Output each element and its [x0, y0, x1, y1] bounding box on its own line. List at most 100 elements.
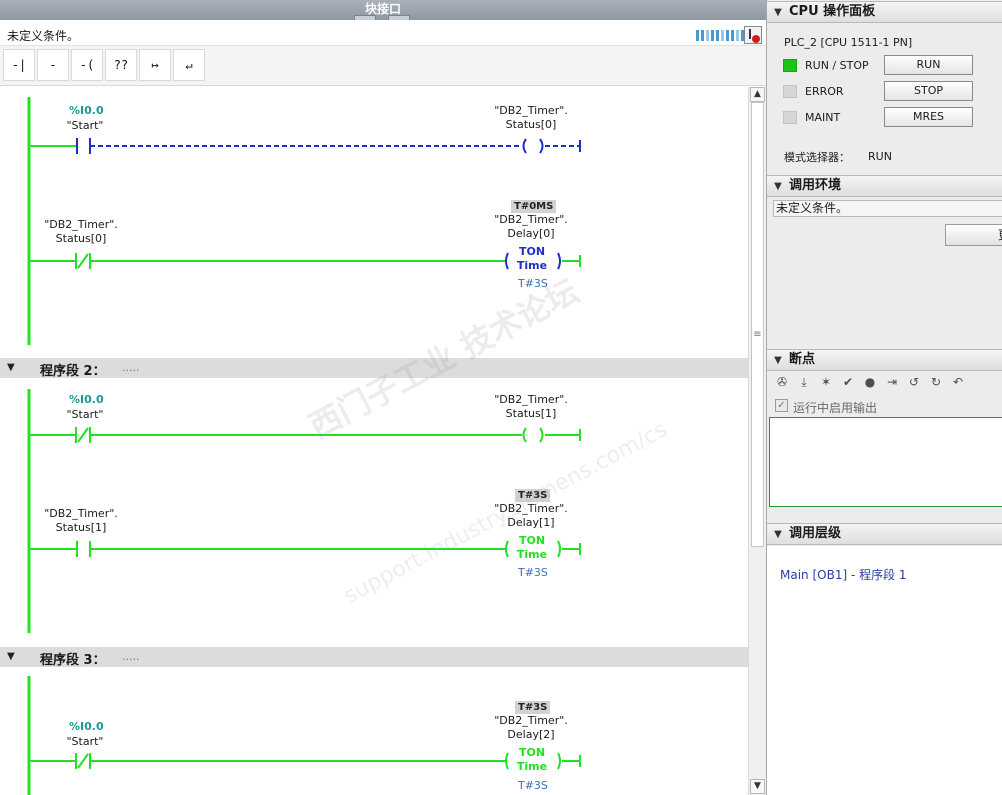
n3-timer-unit: Time	[516, 760, 548, 773]
error-led	[783, 85, 797, 98]
scroll-thumb[interactable]	[751, 102, 764, 547]
scroll-up-icon[interactable]: ▲	[750, 87, 765, 102]
n2-timer-line2: Delay[1]	[507, 516, 555, 529]
collapse-network-2-icon[interactable]: ▼	[7, 362, 15, 373]
cpu-panel-header[interactable]: ▼ CPU 操作面板	[767, 1, 1002, 23]
call-hierarchy-body	[767, 546, 1002, 795]
n1-timer-type: TON	[518, 245, 546, 258]
scroll-grip-icon: ≡	[753, 329, 762, 340]
online-tools-panel: ▼ CPU 操作面板 PLC_2 [CPU 1511-1 PN] RUN / ST…	[766, 0, 1002, 795]
nc-contact-status0	[77, 253, 89, 269]
n1-timer-preset: T#3S	[518, 277, 548, 290]
ladder-canvas[interactable]: %I0.0 "Start" "DB2_Timer". Status[0] "DB…	[0, 87, 748, 795]
collapse-network-3-icon[interactable]: ▼	[7, 651, 15, 662]
call-env-change-button[interactable]: 更	[945, 224, 1002, 246]
maint-led	[783, 111, 797, 124]
mode-selector-label: 模式选择器：	[784, 151, 850, 164]
breakpoints-title: 断点	[789, 352, 816, 367]
call-hierarchy-header[interactable]: ▼ 调用层级	[767, 523, 1002, 545]
splitter-handle-left[interactable]	[354, 15, 376, 20]
run-stop-label: RUN / STOP	[805, 59, 869, 72]
n3-timer-line2: Delay[2]	[507, 728, 555, 741]
breakpoint-step-over-icon[interactable]: ⇥	[883, 374, 901, 390]
breakpoint-clear-icon[interactable]: ✶	[817, 374, 835, 390]
empty-box-button[interactable]: ??	[105, 49, 137, 81]
status-meter-icon	[696, 30, 749, 41]
ton-delay0-left	[505, 252, 509, 270]
n1-nc-contact-line1: "DB2_Timer".	[44, 218, 118, 231]
ton-delay1-left	[505, 540, 509, 558]
breakpoint-back-icon[interactable]: ↶	[949, 374, 967, 390]
n1-timer-elapsed-tag: T#0MS	[511, 200, 557, 213]
collapse-breakpoints-icon[interactable]: ▼	[767, 351, 789, 371]
breakpoints-header[interactable]: ▼ 断点	[767, 349, 1002, 371]
breakpoint-run-icon[interactable]: ↻	[927, 374, 945, 390]
collapse-call-hierarchy-icon[interactable]: ▼	[767, 525, 789, 545]
call-env-body	[767, 198, 1002, 348]
coil-status1-right	[539, 427, 544, 443]
mres-button[interactable]: MRES	[884, 107, 973, 127]
n1-timer-line2: Delay[0]	[507, 227, 555, 240]
coil-status0-right	[539, 138, 544, 154]
collapse-call-env-icon[interactable]: ▼	[767, 177, 789, 197]
n1-timer-unit: Time	[516, 259, 548, 272]
collapse-cpu-panel-icon[interactable]: ▼	[767, 3, 789, 23]
network-2-title: 程序段 2：	[40, 364, 106, 379]
breakpoint-toggle-icon[interactable]: ✔	[839, 374, 857, 390]
n1-contact-name: "Start"	[66, 119, 104, 132]
maint-label: MAINT	[805, 111, 841, 124]
stop-button[interactable]: STOP	[884, 81, 973, 101]
n2-coil-line1: "DB2_Timer".	[494, 393, 568, 406]
mode-selector-value: RUN	[868, 150, 892, 163]
call-env-condition-field[interactable]: 未定义条件。	[773, 200, 1002, 217]
call-env-header[interactable]: ▼ 调用环境	[767, 175, 1002, 197]
breakpoint-enable-icon[interactable]: ✇	[773, 374, 791, 390]
n2-no-contact-line1: "DB2_Timer".	[44, 507, 118, 520]
nc-contact-start-2	[77, 427, 89, 443]
n1-coil-line1: "DB2_Timer".	[494, 104, 568, 117]
network-2-header[interactable]: ▼ 程序段 2： .....	[0, 358, 748, 379]
breakpoint-continue-icon[interactable]: ●	[861, 374, 879, 390]
cpu-panel-title: CPU 操作面板	[789, 4, 876, 19]
scroll-down-icon[interactable]: ▼	[750, 779, 765, 794]
ton-delay0-right	[557, 252, 561, 270]
call-env-title: 调用环境	[789, 178, 842, 193]
network-3-header[interactable]: ▼ 程序段 3： .....	[0, 647, 748, 668]
breakpoint-step-into-icon[interactable]: ⤓	[795, 374, 813, 390]
error-label: ERROR	[805, 85, 844, 98]
close-branch-button[interactable]: ↵	[173, 49, 205, 81]
n2-timer-type: TON	[518, 534, 546, 547]
coil-button[interactable]: -( )-	[71, 49, 103, 102]
no-contact-button[interactable]: -| |-	[3, 49, 35, 102]
n1-nc-contact-line2: Status[0]	[55, 232, 107, 245]
enable-outputs-checkbox[interactable]: ✓	[775, 399, 788, 412]
ton-delay2-right	[557, 752, 561, 770]
open-branch-button[interactable]: ↦	[139, 49, 171, 81]
n3-timer-preset: T#3S	[518, 779, 548, 792]
call-hierarchy-entry[interactable]: Main [OB1] - 程序段 1	[780, 566, 907, 583]
splitter-handle-right[interactable]	[388, 15, 410, 20]
editor-vertical-scrollbar[interactable]: ▲ ≡ ▼	[748, 87, 766, 795]
n1-timer-line1: "DB2_Timer".	[494, 213, 568, 226]
n3-contact-name: "Start"	[66, 735, 104, 748]
run-button[interactable]: RUN	[884, 55, 973, 75]
block-interface-bar[interactable]: 块接口	[0, 0, 766, 20]
breakpoint-step-out-icon[interactable]: ↺	[905, 374, 923, 390]
run-stop-led	[783, 59, 797, 72]
n3-timer-line1: "DB2_Timer".	[494, 714, 568, 727]
network-3-comment[interactable]: .....	[122, 650, 139, 663]
n2-coil-line2: Status[1]	[505, 407, 557, 420]
n2-timer-line1: "DB2_Timer".	[494, 502, 568, 515]
call-hierarchy-title: 调用层级	[789, 526, 842, 541]
ton-delay2-left	[505, 752, 509, 770]
stop-monitor-icon[interactable]	[744, 26, 762, 44]
n1-coil-line2: Status[0]	[505, 118, 557, 131]
breakpoints-toolbar: ✇ ⤓ ✶ ✔ ● ⇥ ↺ ↻ ↶	[773, 374, 967, 390]
ladder-toolbar: -| |- -|/|- -( )- ?? ↦ ↵	[0, 46, 766, 102]
nc-contact-button[interactable]: -|/|-	[37, 49, 69, 102]
network-2-comment[interactable]: .....	[122, 361, 139, 374]
condition-row: 未定义条件。	[0, 24, 766, 46]
coil-status1-left	[522, 427, 527, 443]
breakpoints-list[interactable]	[769, 417, 1002, 507]
enable-outputs-label: 运行中启用输出	[793, 401, 878, 415]
